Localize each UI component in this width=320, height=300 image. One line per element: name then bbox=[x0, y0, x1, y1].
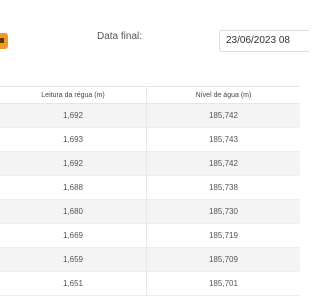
cell-leitura: 1,659 bbox=[0, 248, 147, 271]
cell-nivel: 185,738 bbox=[209, 183, 238, 192]
cell-leitura: 1,688 bbox=[0, 176, 147, 199]
table-header: Leitura da régua (m) Nível de água (m) bbox=[0, 87, 300, 104]
table-row: 1,688 185,738 bbox=[0, 176, 300, 200]
cell-leitura: 1,693 bbox=[0, 128, 147, 151]
table-row: 1,692 185,742 bbox=[0, 152, 300, 176]
cell-nivel: 185,719 bbox=[209, 231, 238, 240]
table-row: 1,659 185,709 bbox=[0, 248, 300, 272]
cell-nivel: 185,730 bbox=[209, 207, 238, 216]
filter-action-button[interactable] bbox=[0, 33, 8, 49]
calendar-icon bbox=[0, 38, 4, 43]
date-final-label: Data final: bbox=[97, 31, 143, 42]
table-row: 1,692 185,742 bbox=[0, 104, 300, 128]
cell-leitura: 1,680 bbox=[0, 200, 147, 223]
readings-table: Leitura da régua (m) Nível de água (m) 1… bbox=[0, 86, 300, 296]
cell-leitura: 1,692 bbox=[0, 152, 147, 175]
table-row: 1,680 185,730 bbox=[0, 200, 300, 224]
cell-nivel: 185,743 bbox=[209, 135, 238, 144]
cell-leitura: 1,651 bbox=[0, 272, 147, 295]
cell-nivel: 185,709 bbox=[209, 255, 238, 264]
cell-nivel: 185,742 bbox=[209, 111, 238, 120]
table-row: 1,651 185,701 bbox=[0, 272, 300, 296]
header-nivel-agua[interactable]: Nível de água (m) bbox=[147, 87, 300, 103]
table-row: 1,669 185,719 bbox=[0, 224, 300, 248]
cell-nivel: 185,701 bbox=[209, 279, 238, 288]
date-final-input[interactable]: 23/06/2023 08 bbox=[219, 30, 309, 52]
cell-leitura: 1,692 bbox=[0, 104, 147, 127]
header-leitura-regua[interactable]: Leitura da régua (m) bbox=[0, 87, 147, 103]
cell-nivel: 185,742 bbox=[209, 159, 238, 168]
table-row: 1,693 185,743 bbox=[0, 128, 300, 152]
cell-leitura: 1,669 bbox=[0, 224, 147, 247]
